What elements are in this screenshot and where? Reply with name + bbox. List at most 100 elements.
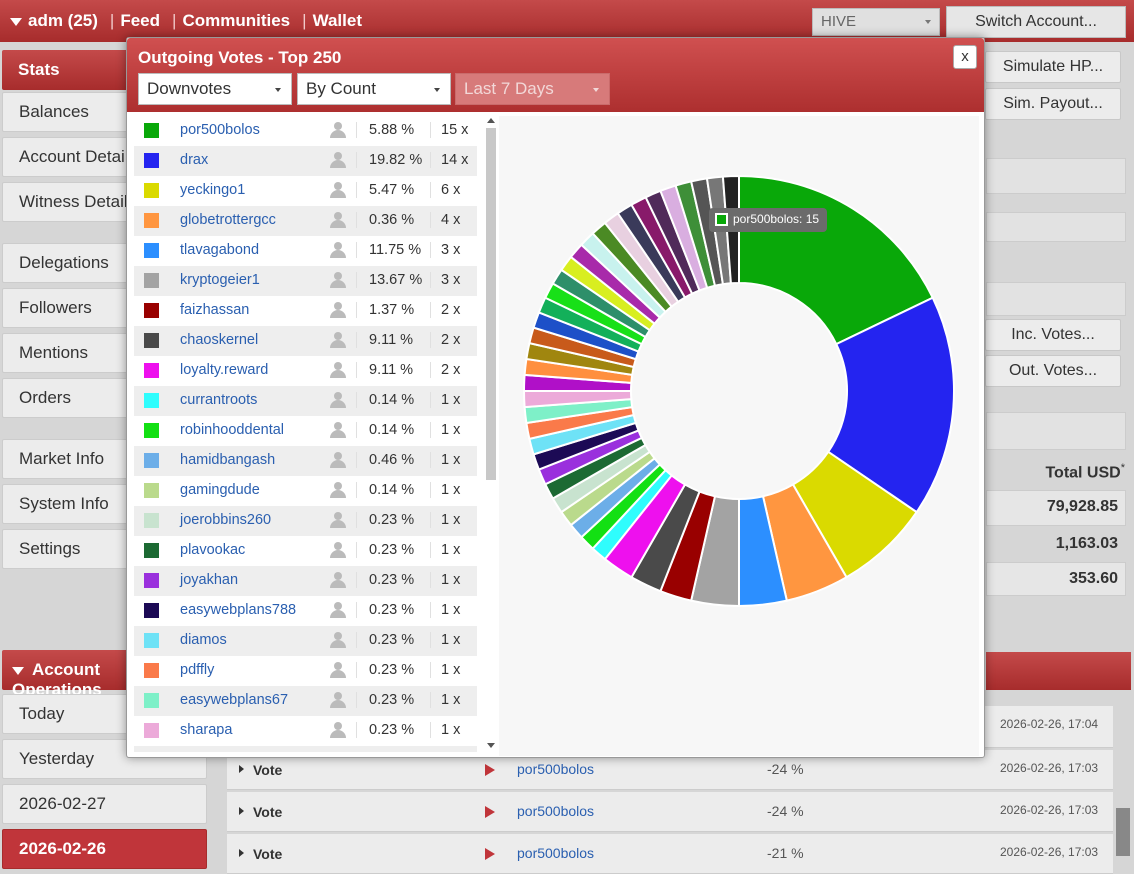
voter-link[interactable]: drax [180,152,208,168]
scroll-down-icon[interactable] [487,743,495,748]
legend-swatch[interactable] [144,183,159,198]
vote-row[interactable]: drax 19.82 % 14 x [134,146,477,176]
voter-link[interactable]: por500bolos [180,122,260,138]
switch-account-button[interactable]: Switch Account... [946,6,1126,38]
voter-link[interactable]: pdffly [180,662,214,678]
account-menu-icon[interactable] [10,17,22,26]
legend-swatch[interactable] [144,333,159,348]
legend-swatch[interactable] [144,723,159,738]
legend-swatch[interactable] [144,693,159,708]
vote-row[interactable]: yeckingo1 5.47 % 6 x [134,176,477,206]
chain-select[interactable]: HIVE [812,8,940,36]
page-scrollbar[interactable] [1116,808,1130,856]
nav-wallet[interactable]: Wallet [313,11,362,30]
vote-row[interactable]: diamos 0.23 % 1 x [134,626,477,656]
legend-swatch[interactable] [144,153,159,168]
vote-row[interactable]: kryptogeier1 13.67 % 3 x [134,266,477,296]
operation-user-link[interactable]: por500bolos [517,845,594,861]
user-icon[interactable] [330,632,346,649]
user-icon[interactable] [330,122,346,139]
voter-link[interactable]: globetrottergcc [180,212,276,228]
vote-row[interactable]: globetrottergcc 0.36 % 4 x [134,206,477,236]
voter-link[interactable]: diamos [180,632,227,648]
user-icon[interactable] [330,362,346,379]
sim-payout-button[interactable]: Sim. Payout... [985,88,1121,120]
user-icon[interactable] [330,542,346,559]
legend-swatch[interactable] [144,303,159,318]
user-icon[interactable] [330,332,346,349]
user-icon[interactable] [330,512,346,529]
vote-row[interactable]: joyakhan 0.23 % 1 x [134,566,477,596]
legend-swatch[interactable] [144,483,159,498]
vote-row[interactable]: robinhooddental 0.14 % 1 x [134,416,477,446]
legend-swatch[interactable] [144,393,159,408]
voter-link[interactable]: chaoskernel [180,332,258,348]
vote-row[interactable]: easywebplans788 0.23 % 1 x [134,596,477,626]
nav-feed[interactable]: Feed [120,11,160,30]
user-icon[interactable] [330,212,346,229]
voter-link[interactable]: easywebplans788 [180,602,296,618]
voter-link[interactable]: joerobbins260 [180,512,271,528]
vote-type-select[interactable]: Downvotes [138,73,292,105]
legend-swatch[interactable] [144,213,159,228]
operation-user-link[interactable]: por500bolos [517,803,594,819]
voter-link[interactable]: gamingdude [180,482,260,498]
vote-row[interactable] [134,746,477,752]
legend-swatch[interactable] [144,363,159,378]
voter-link[interactable]: kryptogeier1 [180,272,260,288]
voter-link[interactable]: easywebplans67 [180,692,288,708]
user-icon[interactable] [330,482,346,499]
user-icon[interactable] [330,722,346,739]
user-icon[interactable] [330,602,346,619]
voter-link[interactable]: currantroots [180,392,257,408]
votes-list-scrollbar[interactable] [484,116,498,752]
voter-link[interactable]: joyakhan [180,572,238,588]
vote-row[interactable]: sharapa 0.23 % 1 x [134,716,477,746]
account-name[interactable]: adm (25) [28,11,98,30]
vote-row[interactable]: tlavagabond 11.75 % 3 x [134,236,477,266]
vote-row[interactable]: loyalty.reward 9.11 % 2 x [134,356,477,386]
legend-swatch[interactable] [144,423,159,438]
user-icon[interactable] [330,302,346,319]
legend-swatch[interactable] [144,573,159,588]
date-2026-02-26[interactable]: 2026-02-26 [2,829,207,869]
legend-swatch[interactable] [144,603,159,618]
user-icon[interactable] [330,662,346,679]
vote-row[interactable]: joerobbins260 0.23 % 1 x [134,506,477,536]
legend-swatch[interactable] [144,453,159,468]
vote-row[interactable]: easywebplans67 0.23 % 1 x [134,686,477,716]
legend-swatch[interactable] [144,123,159,138]
voter-link[interactable]: loyalty.reward [180,362,268,378]
vote-row[interactable]: plavookac 0.23 % 1 x [134,536,477,566]
out-votes-button[interactable]: Out. Votes... [985,355,1121,387]
user-icon[interactable] [330,182,346,199]
user-icon[interactable] [330,242,346,259]
scroll-thumb[interactable] [486,128,496,480]
vote-row[interactable]: pdffly 0.23 % 1 x [134,656,477,686]
vote-row[interactable]: currantroots 0.14 % 1 x [134,386,477,416]
vote-row[interactable]: chaoskernel 9.11 % 2 x [134,326,477,356]
vote-row[interactable]: por500bolos 5.88 % 15 x [134,116,477,146]
vote-row[interactable]: hamidbangash 0.46 % 1 x [134,446,477,476]
voter-link[interactable]: robinhooddental [180,422,284,438]
user-icon[interactable] [330,272,346,289]
operation-row[interactable]: Vote por500bolos -21 % 2026-02-26, 17:03 [227,834,1113,874]
legend-swatch[interactable] [144,633,159,648]
sort-select[interactable]: By Count [297,73,451,105]
operation-user-link[interactable]: por500bolos [517,761,594,777]
simulate-hp-button[interactable]: Simulate HP... [985,51,1121,83]
operation-row[interactable]: Vote por500bolos -24 % 2026-02-26, 17:03 [227,792,1113,832]
expand-icon[interactable] [239,765,244,773]
legend-swatch[interactable] [144,273,159,288]
voter-link[interactable]: yeckingo1 [180,182,245,198]
vote-row[interactable]: faizhassan 1.37 % 2 x [134,296,477,326]
nav-communities[interactable]: Communities [182,11,290,30]
inc-votes-button[interactable]: Inc. Votes... [985,319,1121,351]
user-icon[interactable] [330,392,346,409]
legend-swatch[interactable] [144,663,159,678]
voter-link[interactable]: hamidbangash [180,452,275,468]
expand-icon[interactable] [239,807,244,815]
close-button[interactable]: x [953,45,977,69]
user-icon[interactable] [330,572,346,589]
vote-row[interactable]: gamingdude 0.14 % 1 x [134,476,477,506]
